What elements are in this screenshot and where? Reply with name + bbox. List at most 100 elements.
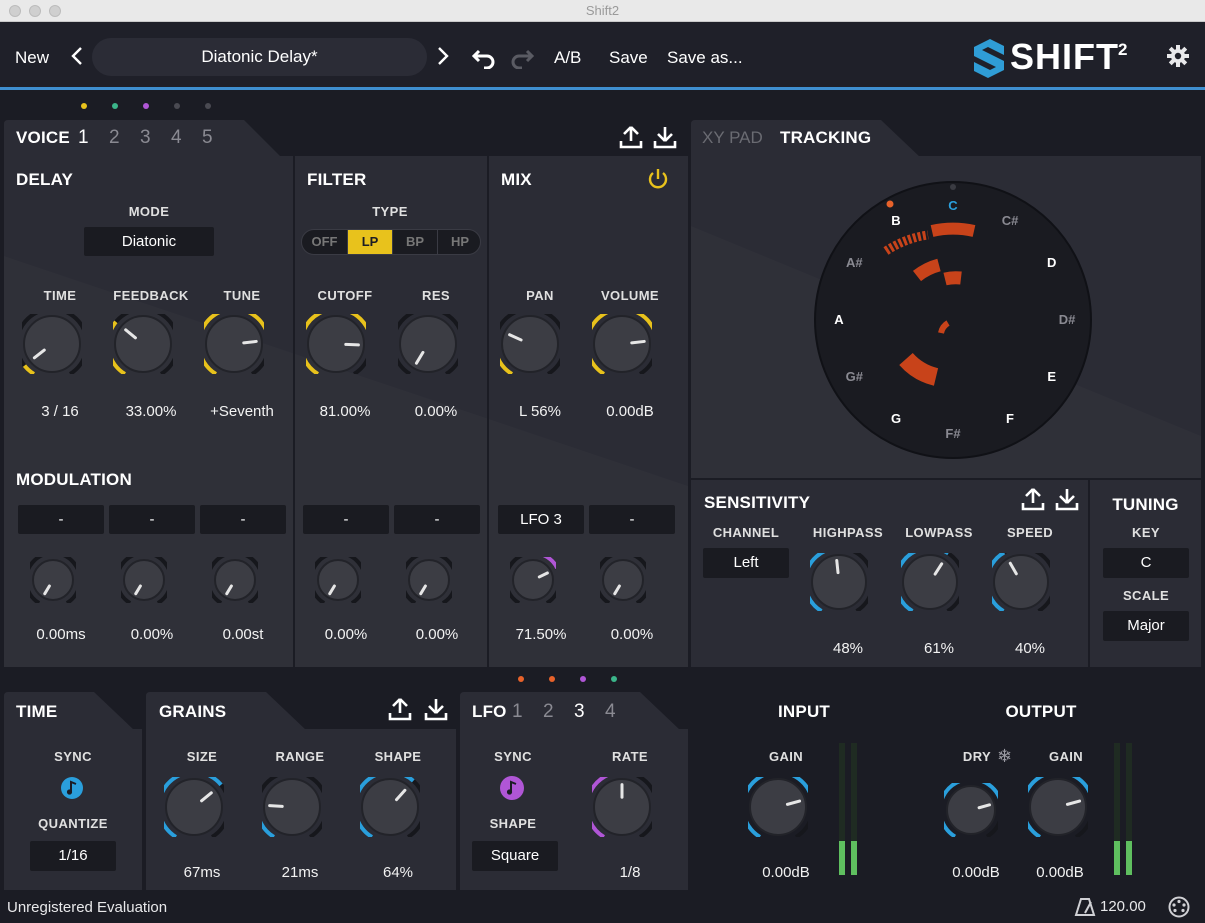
res-knob[interactable] (391, 307, 465, 379)
lfo-2-button[interactable]: 2 (543, 701, 554, 723)
mod-amount-cutoff-knob[interactable] (309, 551, 367, 608)
note-label: G (890, 410, 902, 426)
grain-size-knob[interactable] (157, 770, 231, 842)
mod-amount-pan-knob[interactable] (504, 551, 562, 608)
grain-shape-knob[interactable] (353, 770, 427, 842)
mod-source-time[interactable]: - (18, 505, 104, 534)
filter-section-title: FILTER (307, 170, 367, 189)
mod-source-cutoff[interactable]: - (303, 505, 389, 534)
tab-xy-pad[interactable]: XY PAD (702, 128, 763, 148)
shift-logo-icon (974, 39, 1004, 78)
pan-knob[interactable] (493, 307, 567, 379)
cutoff-knob[interactable] (299, 307, 373, 379)
settings-gear-icon[interactable] (1167, 45, 1189, 72)
lfo-sync-note-icon[interactable] (500, 776, 524, 800)
time-sync-note-icon[interactable] (61, 777, 83, 799)
midi-icon[interactable] (1168, 896, 1190, 923)
highpass-knob[interactable] (803, 546, 875, 616)
window-titlebar: Shift2 (0, 0, 1205, 22)
filter-divider (293, 156, 295, 667)
scale-select[interactable]: Major (1103, 611, 1189, 641)
size-knob-label: SIZE (186, 749, 218, 764)
feedback-knob-label: FEEDBACK (113, 288, 189, 303)
grain-shape-value: 64% (382, 864, 414, 881)
mod-source-volume[interactable]: - (589, 505, 675, 534)
time-sync-label: SYNC (54, 749, 92, 764)
mod-source-res[interactable]: - (394, 505, 480, 534)
dry-knob[interactable] (938, 777, 1004, 842)
tab-tracking[interactable]: TRACKING (780, 128, 871, 148)
lowpass-value: 61% (923, 640, 955, 657)
filter-type-lp-button[interactable]: LP (347, 230, 392, 254)
mod-amount-tune-knob[interactable] (206, 551, 264, 608)
voice-download-icon[interactable] (653, 125, 677, 154)
modulation-section-title: MODULATION (16, 470, 132, 489)
lfo-rate-knob[interactable] (585, 770, 659, 842)
voice-upload-icon[interactable] (619, 125, 643, 154)
grain-range-value: 21ms (281, 864, 319, 881)
mod-source-tune[interactable]: - (200, 505, 286, 534)
lfo-4-button[interactable]: 4 (605, 701, 616, 723)
lfo-3-button[interactable]: 3 (574, 701, 585, 723)
quantize-select[interactable]: 1/16 (30, 841, 116, 871)
time-knob-label: TIME (43, 288, 77, 303)
volume-value: 0.00dB (606, 403, 654, 420)
voice-1-button[interactable]: 1 (78, 127, 89, 149)
logo-superscript: 2 (1118, 40, 1128, 59)
speed-knob[interactable] (985, 546, 1057, 616)
filter-type-off-button[interactable]: OFF (302, 230, 347, 254)
mod-amount-feedback-knob[interactable] (115, 551, 173, 608)
filter-type-hp-button[interactable]: HP (437, 230, 480, 254)
mod-source-feedback[interactable]: - (109, 505, 195, 534)
key-select[interactable]: C (1103, 548, 1189, 578)
mod-source-pan[interactable]: LFO 3 (498, 505, 584, 534)
tune-knob[interactable] (197, 307, 271, 379)
filter-type-bp-button[interactable]: BP (392, 230, 437, 254)
sensitivity-upload-icon[interactable] (1021, 487, 1045, 516)
new-preset-button[interactable]: New (15, 47, 49, 69)
lfo-sync-label: SYNC (494, 749, 532, 764)
ab-compare-button[interactable]: A/B (554, 47, 581, 69)
preset-name-field[interactable]: Diatonic Delay* (92, 38, 427, 76)
metronome-icon[interactable] (1074, 897, 1096, 922)
grains-upload-icon[interactable] (388, 697, 412, 726)
note-label: A# (845, 255, 863, 270)
mod-amount-res-knob[interactable] (400, 551, 458, 608)
speed-knob-label: SPEED (1006, 525, 1054, 540)
dry-freeze-snowflake-icon[interactable]: ❄ (997, 746, 1012, 767)
lfo-shape-select[interactable]: Square (472, 841, 558, 871)
mix-power-icon[interactable] (646, 167, 670, 196)
voice-3-button[interactable]: 3 (140, 127, 151, 149)
sensitivity-download-icon[interactable] (1055, 487, 1079, 516)
redo-icon[interactable] (508, 45, 535, 74)
output-gain-knob[interactable] (1021, 770, 1095, 842)
grains-download-icon[interactable] (424, 697, 448, 726)
mix-section-title: MIX (501, 170, 532, 189)
feedback-knob[interactable] (106, 307, 180, 379)
save-button[interactable]: Save (609, 47, 648, 69)
input-gain-value: 0.00dB (762, 864, 810, 881)
voice-4-button[interactable]: 4 (171, 127, 182, 149)
shift-logo (970, 37, 1008, 84)
next-preset-icon[interactable] (436, 45, 450, 72)
volume-knob[interactable] (585, 307, 659, 379)
speed-value: 40% (1014, 640, 1046, 657)
delay-mode-select[interactable]: Diatonic (84, 227, 214, 256)
time-knob[interactable] (15, 307, 89, 379)
lowpass-knob[interactable] (894, 546, 966, 616)
lfo-1-button[interactable]: 1 (512, 701, 523, 723)
note-label: D# (1058, 312, 1076, 327)
voice-2-button[interactable]: 2 (109, 127, 120, 149)
input-gain-knob[interactable] (741, 770, 815, 842)
mod-amount-volume-knob[interactable] (594, 551, 652, 608)
mod-amount-time-knob[interactable] (24, 551, 82, 608)
undo-icon[interactable] (471, 45, 498, 74)
previous-preset-icon[interactable] (70, 45, 84, 72)
grain-range-knob[interactable] (255, 770, 329, 842)
voice-5-button[interactable]: 5 (202, 127, 213, 149)
save-as-button[interactable]: Save as... (667, 47, 743, 69)
lowpass-knob-label: LOWPASS (905, 525, 973, 540)
voice-selector: 12345 (78, 127, 228, 151)
channel-select[interactable]: Left (703, 548, 789, 578)
input-section-title: INPUT (778, 702, 830, 721)
